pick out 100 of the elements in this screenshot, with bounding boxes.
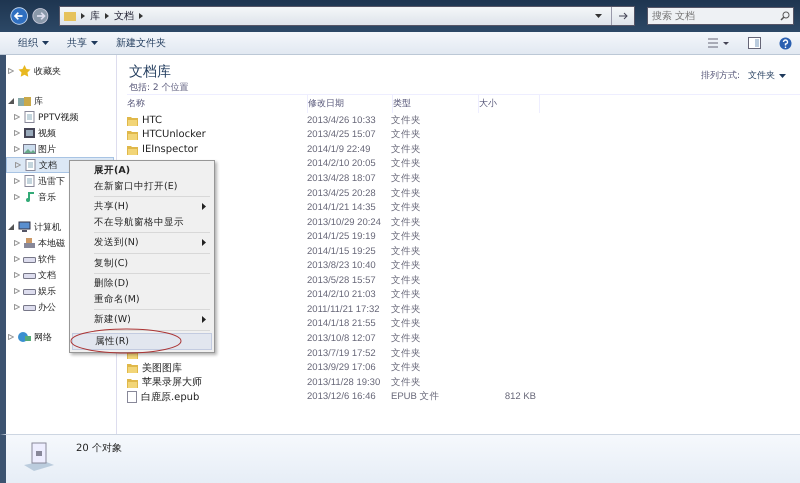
menu-item[interactable]: 删除(D) (72, 276, 212, 292)
type-cell-text: 文件夹 (391, 332, 422, 345)
collapsed-arrow-icon[interactable] (14, 288, 20, 294)
collapsed-arrow-icon[interactable] (14, 146, 20, 152)
collapsed-arrow-icon[interactable] (14, 130, 20, 136)
collapsed-arrow-icon[interactable] (14, 304, 20, 310)
forward-button[interactable] (32, 6, 49, 26)
sidebar-item[interactable]: 计算机 (34, 220, 61, 234)
sidebar-item[interactable]: 库 (34, 94, 43, 108)
menu-item[interactable]: 共享(H) (72, 199, 212, 214)
breadcrumb-item[interactable]: 库 (90, 9, 100, 23)
date-cell-text: 2013/4/26 10:33 (307, 114, 377, 126)
menu-item[interactable]: 在新窗口中打开(E) (72, 178, 212, 194)
back-button[interactable] (10, 5, 28, 27)
date-cell-text: 2013/5/28 15:57 (307, 274, 377, 286)
column-header[interactable]: 修改日期 (308, 95, 393, 113)
chevron-icon (105, 13, 109, 19)
computer-icon (18, 221, 31, 233)
collapsed-arrow-icon[interactable] (14, 194, 20, 200)
menu-item[interactable]: 重命名(M) (72, 292, 212, 307)
library-title: 文档库 (129, 63, 172, 81)
date-cell-text: 2014/1/18 21:55 (307, 318, 377, 330)
toolbar-button[interactable]: 新建文件夹 (116, 36, 166, 50)
folder-icon (127, 376, 138, 388)
type-cell-text: 文件夹 (391, 302, 422, 316)
file-name[interactable]: 白鹿原.epub (141, 390, 200, 404)
date-cell-text: 2014/2/10 21:03 (307, 289, 377, 300)
date-cell-text: 2013/10/8 12:07 (307, 332, 377, 344)
type-cell-text: 文件夹 (391, 274, 422, 287)
date-cell-text: 2013/12/6 16:46 (307, 391, 377, 402)
toolbar-button[interactable]: 共享 (67, 36, 98, 50)
document-icon (23, 111, 36, 123)
type-cell-text: 文件夹 (391, 244, 422, 258)
chevron-icon (81, 13, 85, 19)
type-cell-text: 文件夹 (391, 172, 422, 185)
toolbar-button[interactable]: 组织 (18, 36, 49, 50)
collapsed-arrow-icon[interactable] (8, 334, 14, 340)
folder-icon (64, 11, 76, 21)
address-bar[interactable]: 库 文档 (59, 6, 635, 26)
document-icon (24, 159, 37, 171)
image-icon (23, 143, 36, 155)
collapsed-arrow-icon[interactable] (14, 178, 20, 184)
size-cell-text: 812 KB (504, 391, 536, 402)
date-cell-text: 2014/1/25 19:19 (307, 231, 377, 242)
help-icon[interactable] (779, 36, 792, 50)
column-header[interactable]: 类型 (393, 95, 479, 113)
date-cell-text: 2014/1/21 14:35 (307, 202, 377, 214)
view-icon[interactable] (708, 38, 730, 48)
type-cell-text: 文件夹 (391, 128, 422, 142)
sidebar-item[interactable]: 网络 (34, 330, 52, 344)
expanded-arrow-icon[interactable] (8, 224, 14, 230)
file-name[interactable]: 苹果录屏大师 (142, 375, 202, 390)
type-cell-text: 文件夹 (391, 216, 422, 229)
type-cell-text: 文件夹 (391, 230, 422, 244)
menu-item[interactable]: 复制(C) (72, 256, 212, 271)
library-icon (18, 95, 31, 107)
menu-item[interactable]: 发送到(N) (72, 235, 212, 250)
caret-icon (42, 41, 49, 45)
date-cell-text: 2013/4/28 18:07 (307, 172, 377, 184)
search-field[interactable]: 搜索 文档 (647, 7, 794, 25)
collapsed-arrow-icon[interactable] (14, 240, 20, 246)
file-name[interactable]: 美图图库 (142, 360, 182, 375)
arrange-label: 排列方式: (700, 70, 740, 82)
sidebar-item[interactable]: 图片 (6, 141, 114, 157)
library-subtitle: 包括: 2 个位置 (129, 82, 188, 94)
folder-icon (127, 129, 138, 140)
column-header[interactable]: 名称 (127, 95, 308, 113)
date-cell-text: 2013/9/29 17:06 (307, 362, 377, 374)
preview-pane-icon[interactable] (748, 37, 761, 49)
collapsed-arrow-icon[interactable] (14, 272, 20, 278)
file-name[interactable]: IEInspector (142, 144, 198, 155)
submenu-arrow-icon (202, 316, 206, 324)
type-cell-text: 文件夹 (391, 317, 422, 330)
arrange-dropdown[interactable]: 文件夹 (748, 69, 786, 82)
dropdown-icon[interactable] (595, 14, 602, 18)
file-name[interactable]: HTCUnlocker (142, 129, 206, 140)
menu-item[interactable]: 不在导航窗格中显示 (72, 214, 212, 230)
sidebar-item[interactable]: 视频 (6, 125, 114, 141)
breadcrumb-item[interactable]: 文档 (114, 9, 134, 23)
date-cell-text: 2013/4/25 15:07 (307, 129, 377, 140)
folder-icon (127, 362, 138, 374)
collapsed-arrow-icon[interactable] (8, 68, 14, 74)
caret-icon (779, 74, 786, 78)
menu-item[interactable]: 新建(W) (72, 312, 212, 328)
file-name[interactable]: HTC (142, 114, 162, 126)
date-cell-text: 2014/2/10 20:05 (307, 158, 377, 170)
document-icon (127, 390, 137, 403)
collapsed-arrow-icon[interactable] (15, 162, 21, 168)
column-header[interactable]: 大小 (479, 95, 540, 113)
collapsed-arrow-icon[interactable] (14, 114, 20, 120)
status-text: 20 个对象 (76, 442, 122, 455)
date-cell-text: 2013/4/25 20:28 (307, 188, 377, 198)
type-cell-text: 文件夹 (391, 259, 422, 272)
sidebar-item[interactable]: PPTV视频 (6, 109, 114, 125)
arrow-icon[interactable] (617, 11, 629, 21)
type-cell-text: 文件夹 (391, 114, 422, 127)
sidebar-item[interactable]: 收藏夹 (34, 64, 61, 78)
collapsed-arrow-icon[interactable] (14, 256, 20, 262)
type-cell-text: 文件夹 (391, 201, 422, 214)
expanded-arrow-icon[interactable] (8, 98, 14, 104)
